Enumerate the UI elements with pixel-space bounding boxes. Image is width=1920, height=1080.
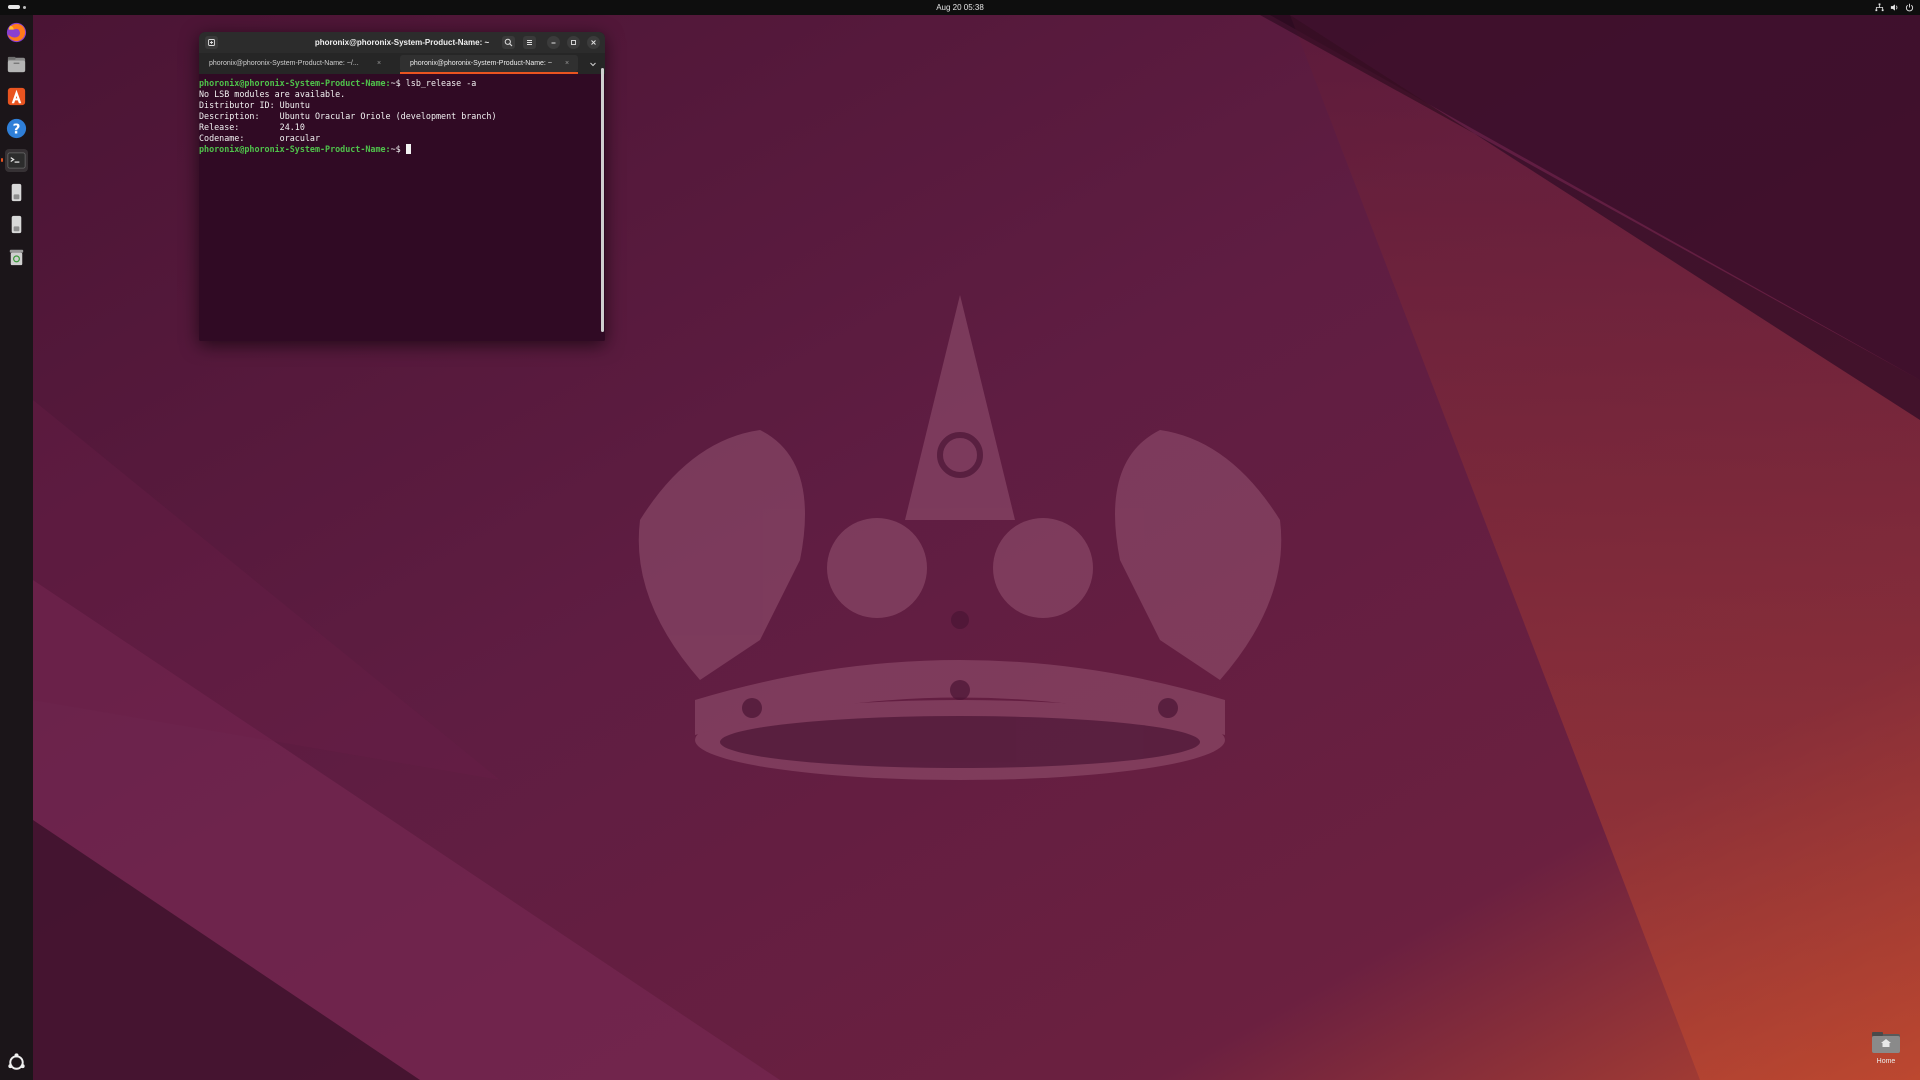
close-button[interactable] xyxy=(587,36,600,49)
system-tray[interactable] xyxy=(1875,2,1914,13)
running-indicator xyxy=(1,158,3,162)
clock[interactable]: Aug 20 05:38 xyxy=(0,2,1920,13)
window-title: phoronix@phoronix-System-Product-Name: ~ xyxy=(314,38,490,47)
network-icon xyxy=(1875,3,1884,12)
prompt-suffix: ~$ xyxy=(390,144,406,154)
minimize-button[interactable] xyxy=(547,36,560,49)
top-bar: Aug 20 05:38 xyxy=(0,0,1920,15)
help-icon: ? xyxy=(6,118,27,139)
scrollbar[interactable] xyxy=(601,68,604,332)
terminal-line: Distributor ID: Ubuntu xyxy=(199,100,310,110)
tab-close-icon[interactable]: × xyxy=(565,55,569,72)
terminal-line: phoronix@phoronix-System-Product-Name:~$… xyxy=(199,78,497,89)
prompt: phoronix@phoronix-System-Product-Name: xyxy=(199,144,391,154)
search-button[interactable] xyxy=(502,36,515,49)
app-center-icon xyxy=(7,87,26,106)
terminal-line: No LSB modules are available. xyxy=(199,89,346,99)
terminal-line: Codename: oracular xyxy=(199,133,321,143)
show-apps-button[interactable] xyxy=(5,1051,28,1074)
terminal-line: Release: 24.10 xyxy=(199,122,305,132)
dock-item-terminal[interactable] xyxy=(5,149,28,172)
terminal-output[interactable]: phoronix@phoronix-System-Product-Name:~$… xyxy=(199,74,605,341)
dock-item-files[interactable] xyxy=(5,53,28,76)
files-icon xyxy=(7,56,26,73)
maximize-button[interactable] xyxy=(567,36,580,49)
minimize-icon xyxy=(551,42,556,44)
terminal-icon xyxy=(7,152,26,169)
volume-icon xyxy=(1890,4,1898,11)
desktop-home-icon[interactable]: Home xyxy=(1868,1030,1904,1072)
terminal-lines: phoronix@phoronix-System-Product-Name:~$… xyxy=(199,78,497,155)
prompt: phoronix@phoronix-System-Product-Name: xyxy=(199,78,391,88)
dock-item-trash[interactable] xyxy=(5,245,28,268)
hamburger-menu-icon xyxy=(527,40,532,45)
usb-drive-icon xyxy=(11,215,22,234)
dock-item-usb-drive-1[interactable] xyxy=(5,181,28,204)
home-folder-icon xyxy=(1871,1030,1901,1054)
tab-label: phoronix@phoronix-System-Product-Name: ~ xyxy=(410,60,552,67)
terminal-titlebar[interactable]: phoronix@phoronix-System-Product-Name: ~ xyxy=(199,32,605,53)
tab-close-icon[interactable]: × xyxy=(377,55,381,72)
trash-icon xyxy=(9,249,24,266)
terminal-line: Description: Ubuntu Oracular Oriole (dev… xyxy=(199,111,497,121)
dock-item-app-center[interactable] xyxy=(5,85,28,108)
tab-bar: phoronix@phoronix-System-Product-Name: ~… xyxy=(199,53,605,74)
maximize-icon xyxy=(571,40,576,45)
close-icon xyxy=(591,40,596,45)
tab-terminal-2[interactable]: phoronix@phoronix-System-Product-Name: ~… xyxy=(400,55,578,74)
svg-text:?: ? xyxy=(13,122,21,137)
dock: ? xyxy=(0,15,33,1080)
tab-terminal-1[interactable]: phoronix@phoronix-System-Product-Name: ~… xyxy=(199,55,399,72)
command-text: lsb_release -a xyxy=(405,78,477,88)
usb-drive-icon xyxy=(11,183,22,202)
tab-list-dropdown[interactable] xyxy=(587,58,599,70)
tab-label: phoronix@phoronix-System-Product-Name: ~… xyxy=(209,60,359,67)
search-icon xyxy=(504,38,513,47)
dock-item-help[interactable]: ? xyxy=(5,117,28,140)
text-cursor xyxy=(405,144,411,154)
power-icon xyxy=(1905,3,1914,12)
dock-item-firefox[interactable] xyxy=(5,21,28,44)
home-label: Home xyxy=(1876,1058,1896,1065)
terminal-line: phoronix@phoronix-System-Product-Name:~$ xyxy=(199,144,497,155)
menu-button[interactable] xyxy=(523,36,536,49)
prompt-suffix: ~$ xyxy=(390,78,406,88)
firefox-icon xyxy=(6,22,27,43)
terminal-window[interactable]: phoronix@phoronix-System-Product-Name: ~ xyxy=(199,32,605,341)
chevron-down-icon xyxy=(590,62,596,67)
ubuntu-logo-icon xyxy=(8,1053,25,1070)
dock-item-usb-drive-2[interactable] xyxy=(5,213,28,236)
